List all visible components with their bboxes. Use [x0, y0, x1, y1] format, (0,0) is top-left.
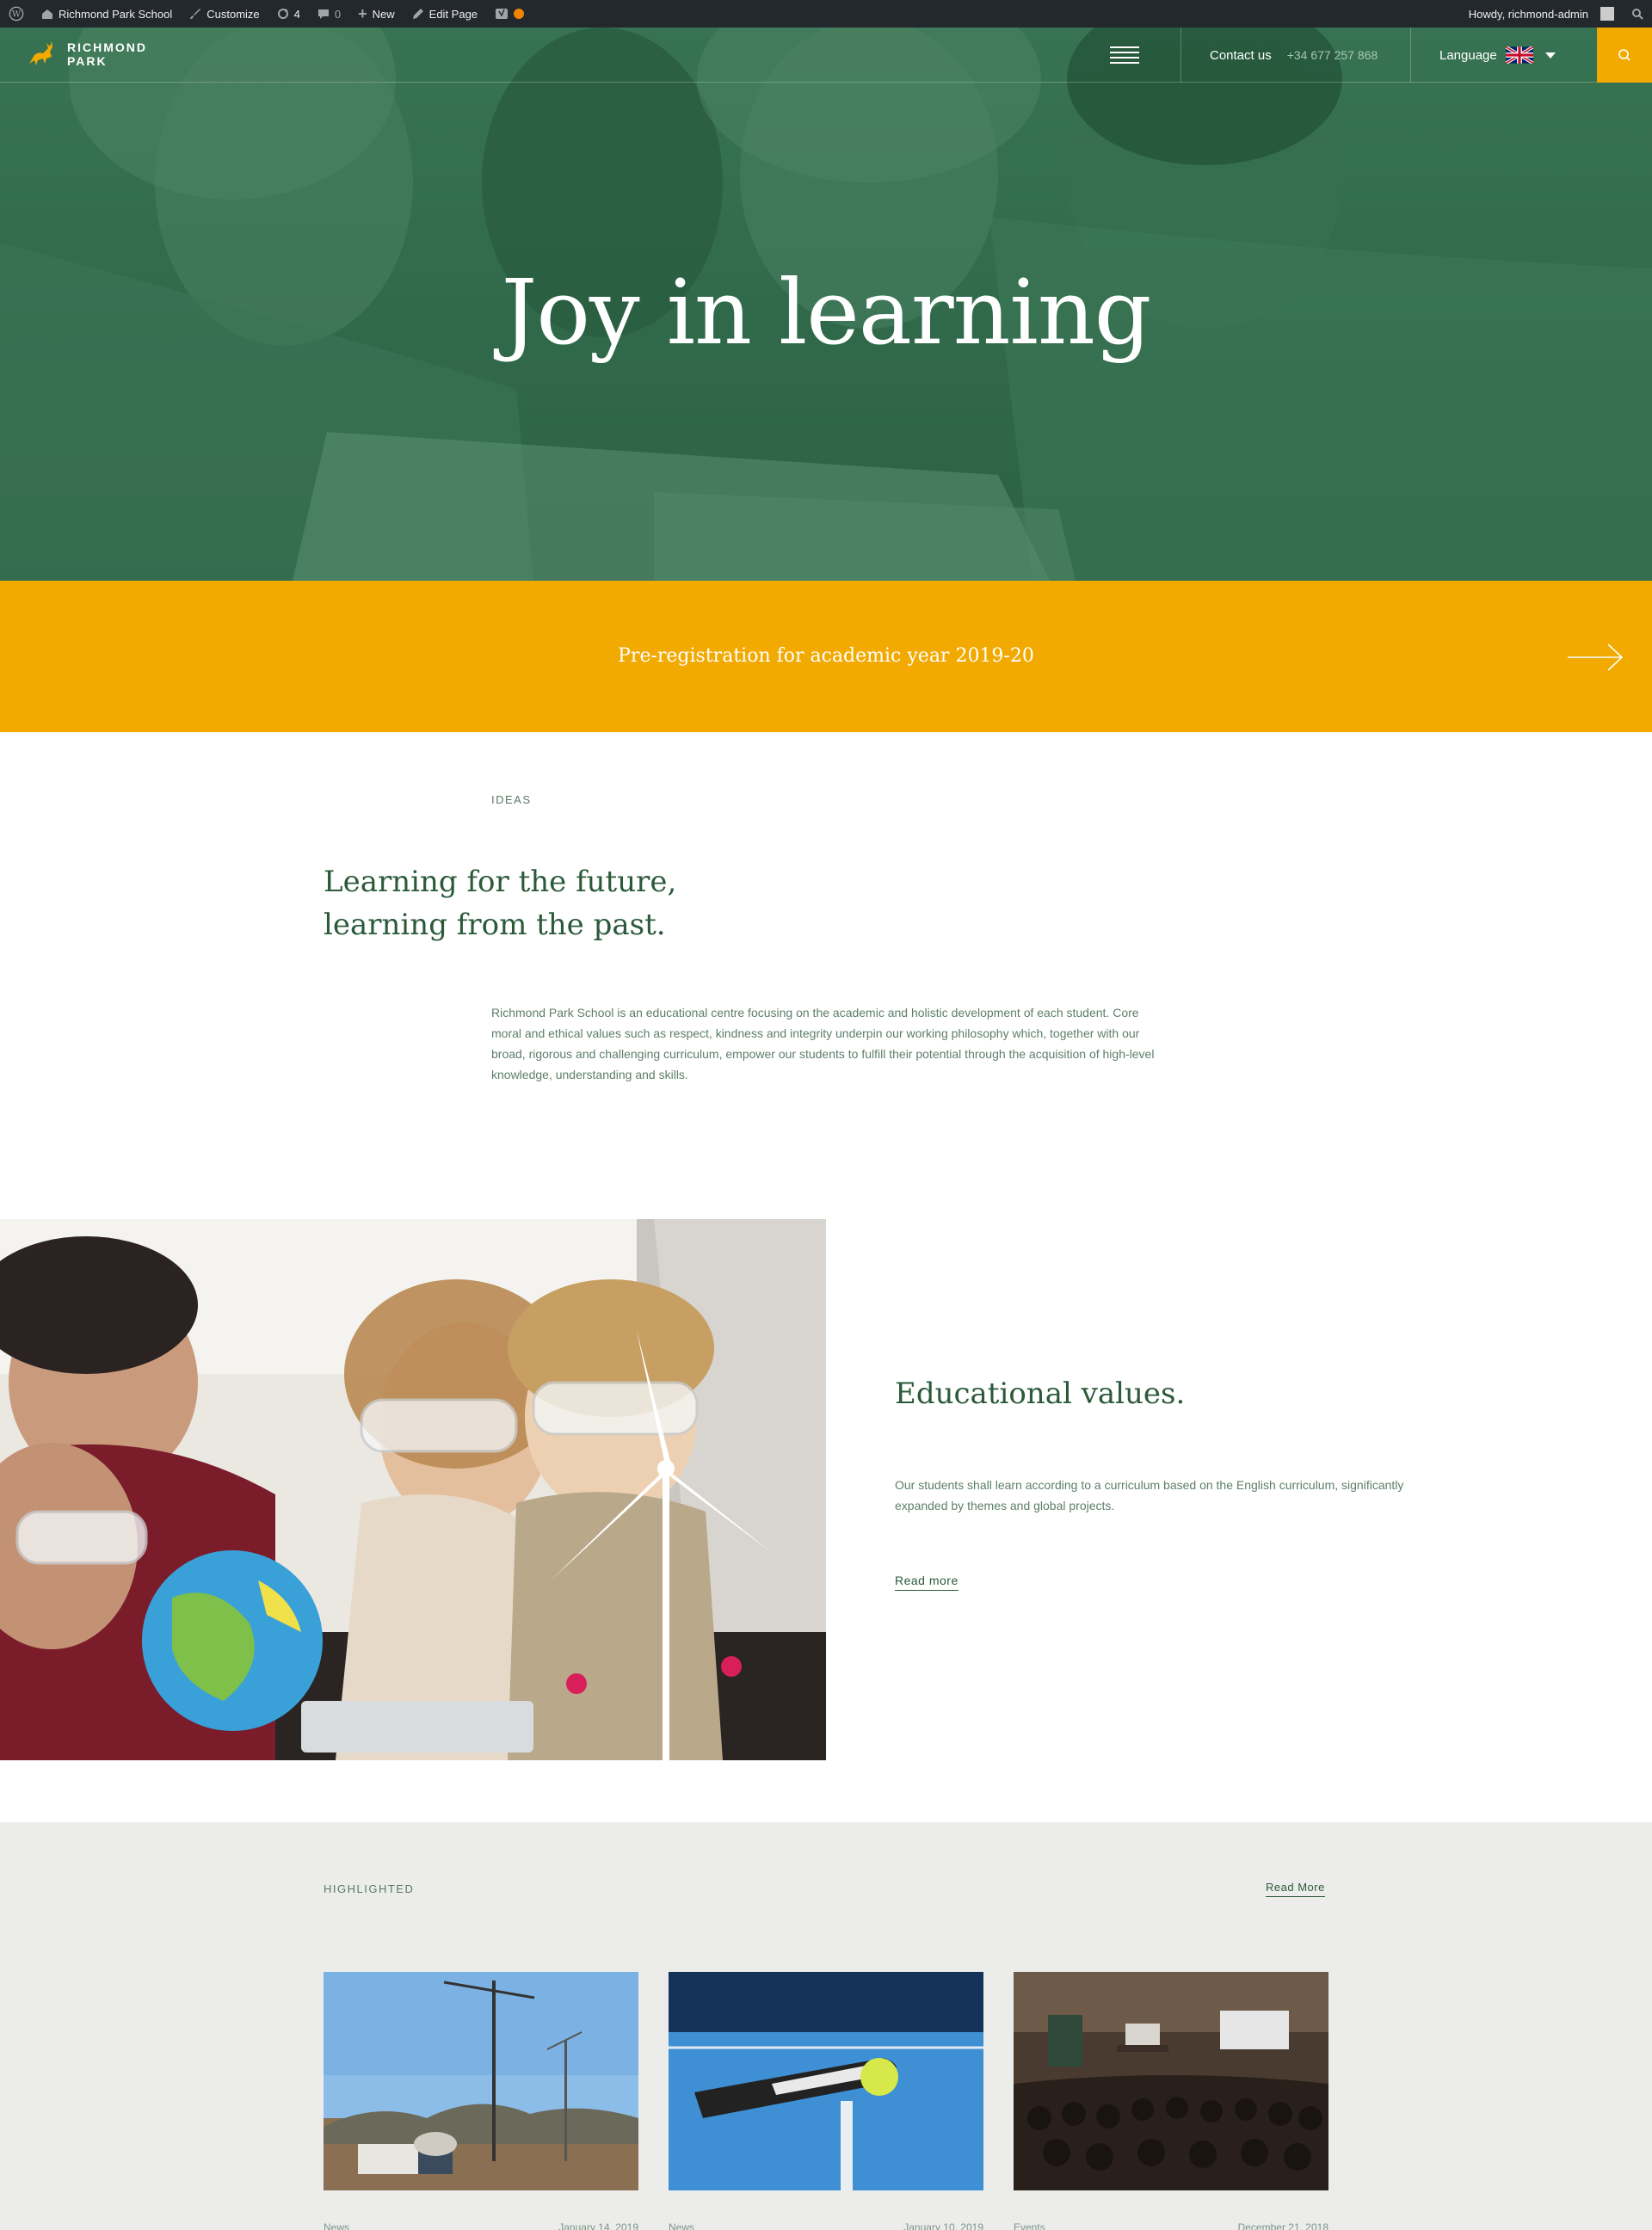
card-image-construction[interactable] [324, 1972, 638, 2190]
seo-status-dot [514, 9, 525, 19]
values-body: Our students shall learn according to a … [895, 1478, 1404, 1512]
news-card[interactable]: News January 14, 2019 [324, 1972, 638, 2230]
home-icon [42, 9, 52, 19]
highlighted-section: HIGHLIGHTED Read More News January 14, 2… [0, 1822, 1652, 2230]
deer-logo-icon [29, 41, 52, 65]
ideas-heading-line-2: learning from the past. [324, 908, 666, 942]
edit-page-item[interactable]: Edit Page [404, 0, 486, 28]
arrow-right-icon[interactable] [1568, 643, 1624, 672]
contact-link[interactable]: Contact us +34 677 257 868 [1210, 28, 1378, 83]
card-meta: News January 10, 2019 [669, 2221, 983, 2230]
comment-icon [317, 9, 329, 19]
ideas-body: Richmond Park School is an educational c… [491, 1006, 1155, 1081]
logo-line-2: PARK [67, 54, 108, 68]
comments-count: 0 [334, 7, 342, 21]
site-name-label: Richmond Park School [59, 7, 173, 21]
ideas-heading-line-1: Learning for the future, [324, 865, 677, 899]
card-meta: Events December 21, 2018 [1014, 2221, 1328, 2230]
pencil-icon [412, 9, 423, 19]
card-date: January 14, 2019 [558, 2221, 638, 2230]
logo[interactable]: RICHMOND PARK [26, 38, 147, 71]
svg-text:W: W [12, 10, 22, 20]
updates-count: 4 [293, 7, 300, 21]
wordpress-logo-item[interactable]: W [0, 0, 33, 28]
howdy-label: Howdy, richmond-admin [1468, 7, 1588, 21]
hero-title: Joy in learning [501, 260, 1152, 365]
site-name-item[interactable]: Richmond Park School [33, 0, 181, 28]
values-read-more-link[interactable]: Read more [895, 1574, 959, 1591]
ideas-heading: Learning for the future, learning from t… [324, 860, 771, 946]
language-selector[interactable]: Language [1439, 28, 1556, 83]
card-category: News [669, 2221, 695, 2230]
card-category: News [324, 2221, 350, 2230]
logo-line-1: RICHMOND [67, 40, 147, 54]
contact-label: Contact us [1210, 47, 1272, 63]
wordpress-icon: W [9, 6, 24, 22]
header-divider [1410, 28, 1411, 83]
new-label: New [372, 7, 395, 21]
highlighted-read-more-link[interactable]: Read More [1266, 1881, 1325, 1897]
news-card[interactable]: News January 10, 2019 [669, 1972, 983, 2230]
card-date: December 21, 2018 [1237, 2221, 1328, 2230]
refresh-icon [277, 9, 288, 19]
seo-plugin-icon [496, 9, 509, 19]
avatar [1600, 7, 1614, 21]
customize-label: Customize [206, 7, 260, 21]
admin-bar: W Richmond Park School Customize 4 0 + N… [0, 0, 1652, 28]
card-date: January 10, 2019 [903, 2221, 983, 2230]
values-heading: Educational values. [895, 1377, 1186, 1411]
ideas-eyebrow: IDEAS [491, 793, 532, 806]
updates-item[interactable]: 4 [268, 0, 309, 28]
plus-icon: + [358, 4, 367, 22]
new-item[interactable]: + New [349, 0, 404, 28]
card-image-event[interactable] [1014, 1972, 1328, 2190]
admin-search-item[interactable] [1623, 0, 1652, 28]
account-item[interactable]: Howdy, richmond-admin [1460, 0, 1623, 28]
banner-text: Pre-registration for academic year 2019-… [618, 645, 1034, 667]
site-header: RICHMOND PARK Contact us +34 677 257 868… [0, 28, 1652, 83]
card-category: Events [1014, 2221, 1045, 2230]
search-icon [1632, 9, 1643, 20]
news-card[interactable]: Events December 21, 2018 [1014, 1972, 1328, 2230]
language-label: Language [1439, 47, 1497, 63]
chevron-down-icon [1544, 52, 1556, 59]
edit-page-label: Edit Page [428, 7, 478, 21]
values-image [0, 1219, 826, 1760]
highlighted-eyebrow: HIGHLIGHTED [324, 1882, 415, 1895]
card-meta: News January 14, 2019 [324, 2221, 638, 2230]
seo-item[interactable] [486, 0, 533, 28]
registration-banner[interactable]: Pre-registration for academic year 2019-… [0, 581, 1652, 732]
uk-flag-icon [1505, 46, 1533, 64]
menu-icon[interactable] [1110, 46, 1139, 64]
hero: Joy in learning [0, 28, 1652, 581]
search-icon [1618, 49, 1630, 61]
search-button[interactable] [1597, 28, 1652, 83]
brush-icon [190, 9, 201, 19]
card-image-tennis[interactable] [669, 1972, 983, 2190]
comments-item[interactable]: 0 [309, 0, 349, 28]
header-divider [1180, 28, 1181, 83]
phone-number[interactable]: +34 677 257 868 [1287, 48, 1378, 62]
customize-item[interactable]: Customize [181, 0, 268, 28]
